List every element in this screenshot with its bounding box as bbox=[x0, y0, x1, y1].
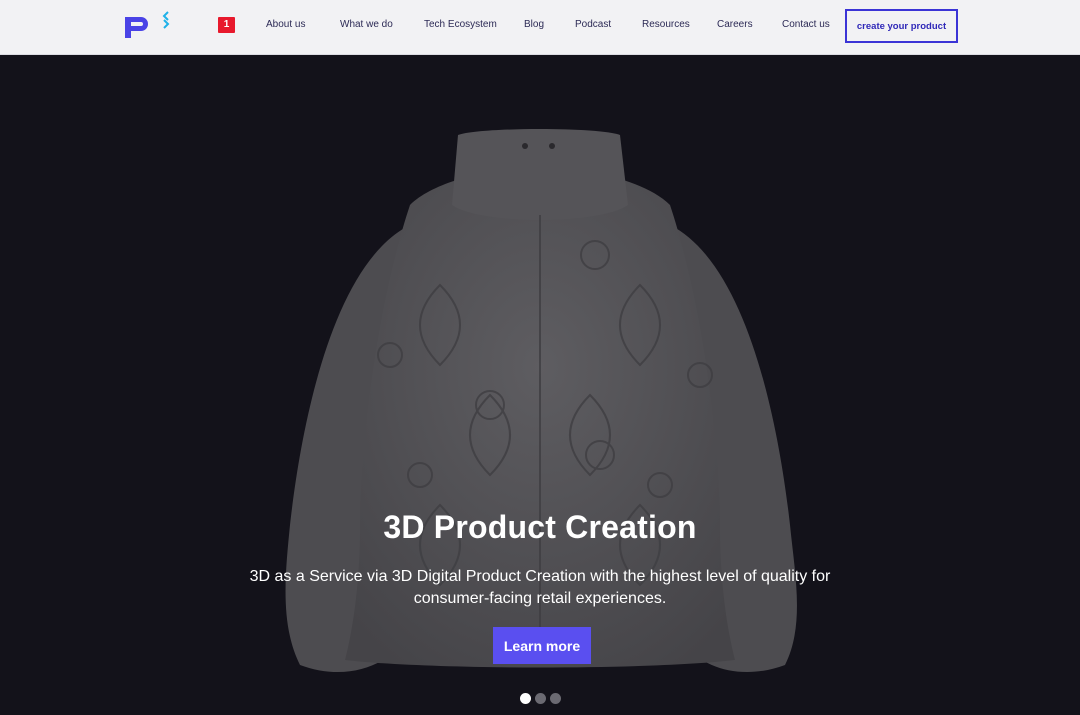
carousel-dot-3[interactable] bbox=[550, 693, 561, 704]
create-product-button[interactable]: create your product bbox=[845, 9, 958, 43]
nav-contact-us[interactable]: Contact us bbox=[782, 19, 830, 30]
company-logo-icon[interactable] bbox=[124, 11, 174, 41]
nav-podcast[interactable]: Podcast bbox=[575, 19, 611, 30]
nav-what-we-do[interactable]: What we do bbox=[340, 19, 393, 30]
carousel-dots bbox=[520, 693, 561, 705]
hero-carousel: 3D Product Creation 3D as a Service via … bbox=[0, 55, 1080, 715]
nav-tech-ecosystem[interactable]: Tech Ecosystem bbox=[424, 19, 497, 30]
nav-careers[interactable]: Careers bbox=[717, 19, 753, 30]
nav-blog[interactable]: Blog bbox=[524, 19, 544, 30]
carousel-dot-1[interactable] bbox=[520, 693, 531, 704]
notification-badge[interactable]: 1 bbox=[218, 17, 235, 33]
learn-more-button[interactable]: Learn more bbox=[493, 627, 591, 664]
nav-resources[interactable]: Resources bbox=[642, 19, 690, 30]
top-navbar: 1 About us What we do Tech Ecosystem Blo… bbox=[0, 0, 1080, 55]
hero-subtitle: 3D as a Service via 3D Digital Product C… bbox=[249, 568, 831, 607]
nav-about-us[interactable]: About us bbox=[266, 19, 305, 30]
hero-title: 3D Product Creation bbox=[383, 509, 697, 545]
jacket-image bbox=[285, 129, 797, 673]
carousel-dot-2[interactable] bbox=[535, 693, 546, 704]
